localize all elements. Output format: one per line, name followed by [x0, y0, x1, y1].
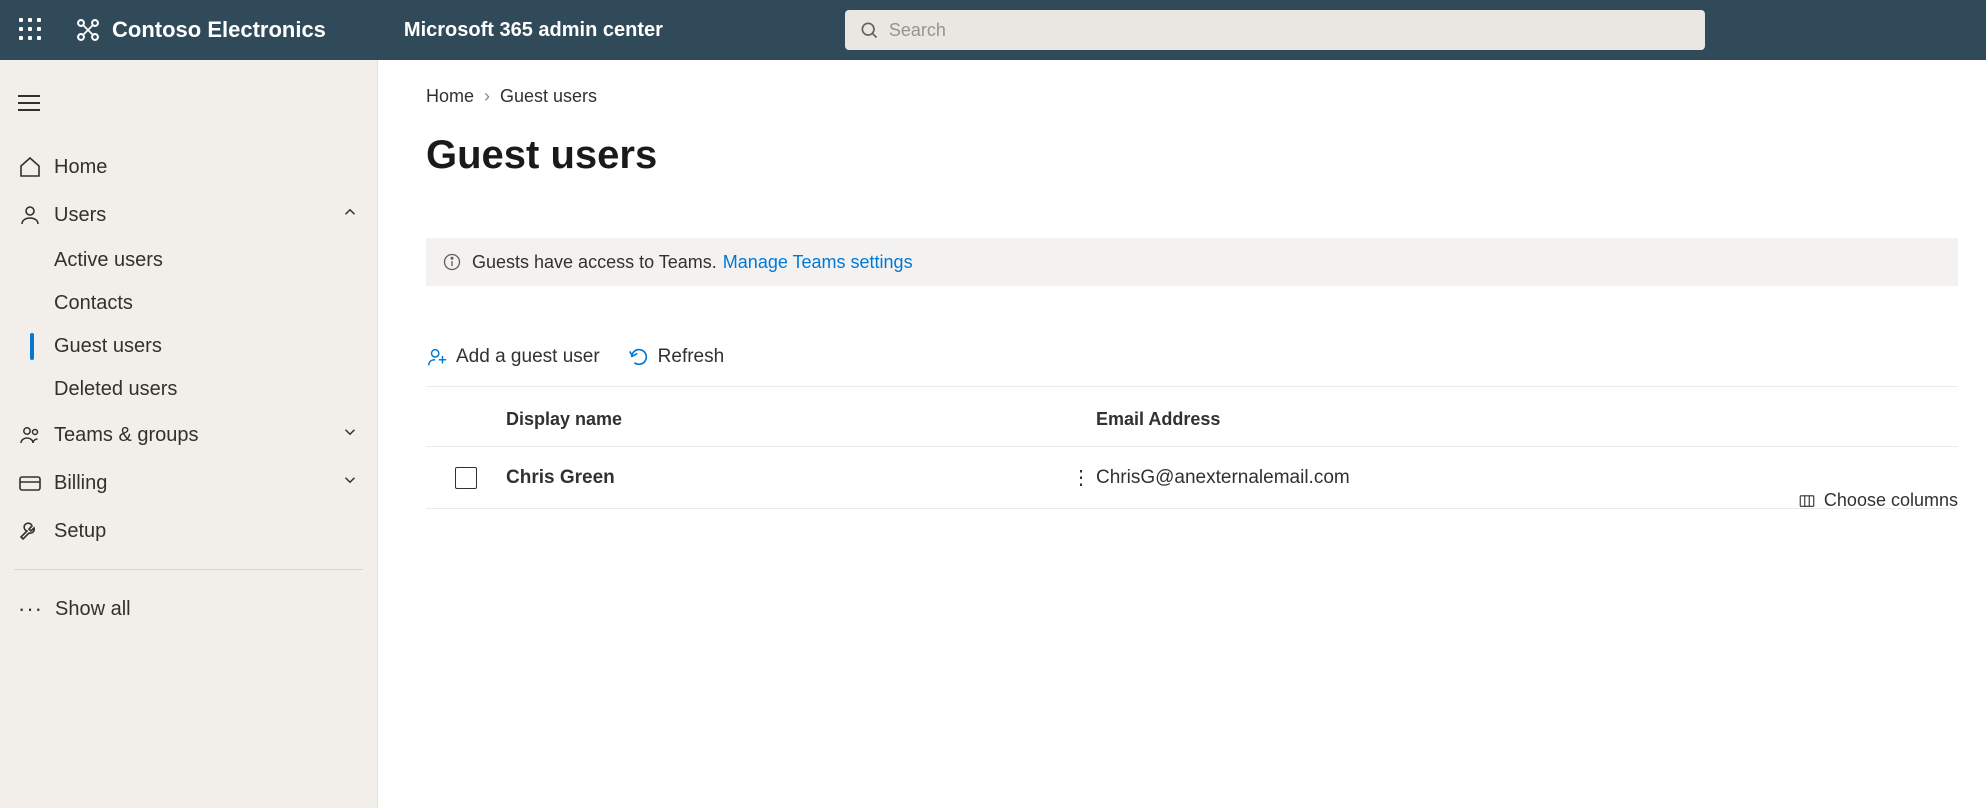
wrench-icon: [18, 519, 42, 543]
breadcrumb: Home › Guest users: [426, 86, 1958, 107]
column-header-display-name[interactable]: Display name: [506, 409, 1066, 430]
breadcrumb-current[interactable]: Guest users: [500, 86, 597, 107]
sidebar-item-label: Setup: [54, 520, 106, 543]
more-vertical-icon: ⋮: [1071, 467, 1091, 489]
sidebar-item-deleted-users[interactable]: Deleted users: [54, 368, 377, 411]
breadcrumb-separator: ›: [484, 86, 490, 107]
main-content: Home › Guest users Guest users Guests ha…: [378, 60, 1986, 808]
search-box[interactable]: [845, 10, 1705, 50]
org-name: Contoso Electronics: [112, 17, 326, 43]
row-checkbox[interactable]: [455, 467, 477, 489]
sidebar-item-users[interactable]: Users: [0, 191, 377, 239]
table-header: Display name Email Address: [426, 387, 1958, 447]
show-all-label: Show all: [55, 598, 131, 621]
sidebar-item-active-users[interactable]: Active users: [54, 239, 377, 282]
row-display-name[interactable]: Chris Green: [506, 467, 1066, 489]
sidebar-item-label: Active users: [54, 249, 163, 271]
choose-columns-label: Choose columns: [1824, 490, 1958, 511]
row-email: ChrisG@anexternalemail.com: [1096, 467, 1958, 489]
app-launcher-button[interactable]: [8, 7, 54, 53]
home-icon: [18, 155, 42, 179]
hamburger-icon: [18, 95, 40, 111]
sidebar-item-setup[interactable]: Setup: [0, 507, 377, 555]
org-logo-icon: [74, 16, 102, 44]
chevron-down-icon: [341, 423, 359, 447]
sidebar: Home Users Active users Contacts: [0, 60, 378, 808]
app-header: Contoso Electronics Microsoft 365 admin …: [0, 0, 1986, 60]
sidebar-item-home[interactable]: Home: [0, 143, 377, 191]
sidebar-item-contacts[interactable]: Contacts: [54, 282, 377, 325]
sidebar-item-billing[interactable]: Billing: [0, 459, 377, 507]
refresh-icon: [628, 346, 650, 368]
sidebar-item-label: Deleted users: [54, 378, 177, 400]
nav-toggle-button[interactable]: [0, 70, 377, 125]
chevron-down-icon: [341, 471, 359, 495]
app-title: Microsoft 365 admin center: [404, 19, 663, 42]
waffle-icon: [19, 18, 43, 42]
org-brand[interactable]: Contoso Electronics: [74, 16, 326, 44]
sidebar-show-all[interactable]: ··· Show all: [0, 584, 377, 634]
command-bar: Add a guest user Refresh: [426, 346, 1958, 387]
person-icon: [18, 203, 42, 227]
sidebar-item-guest-users[interactable]: Guest users: [54, 325, 377, 368]
command-label: Add a guest user: [456, 346, 600, 368]
sidebar-item-label: Users: [54, 204, 106, 227]
sidebar-item-label: Guest users: [54, 335, 162, 357]
row-more-button[interactable]: ⋮: [1066, 465, 1096, 490]
more-horizontal-icon: ···: [18, 596, 43, 622]
sidebar-item-label: Contacts: [54, 292, 133, 314]
banner-text: Guests have access to Teams.: [472, 252, 717, 273]
sidebar-divider: [14, 569, 363, 570]
chevron-up-icon: [341, 203, 359, 227]
people-icon: [18, 423, 42, 447]
search-input[interactable]: [889, 20, 1691, 41]
add-guest-user-button[interactable]: Add a guest user: [426, 346, 600, 368]
credit-card-icon: [18, 471, 42, 495]
page-title: Guest users: [426, 133, 1958, 178]
table-row[interactable]: Chris Green ⋮ ChrisG@anexternalemail.com: [426, 447, 1958, 509]
search-icon: [859, 20, 879, 40]
person-add-icon: [426, 346, 448, 368]
columns-icon: [1798, 492, 1816, 510]
banner-link[interactable]: Manage Teams settings: [723, 252, 913, 273]
choose-columns-button[interactable]: Choose columns: [1798, 490, 1958, 511]
refresh-button[interactable]: Refresh: [628, 346, 725, 368]
command-label: Refresh: [658, 346, 725, 368]
sidebar-item-label: Home: [54, 156, 107, 179]
info-icon: [442, 252, 462, 272]
sidebar-item-label: Teams & groups: [54, 424, 199, 447]
column-header-email[interactable]: Email Address: [1096, 409, 1958, 430]
sidebar-item-teams-groups[interactable]: Teams & groups: [0, 411, 377, 459]
sidebar-item-label: Billing: [54, 472, 107, 495]
breadcrumb-home[interactable]: Home: [426, 86, 474, 107]
info-banner: Guests have access to Teams. Manage Team…: [426, 238, 1958, 286]
